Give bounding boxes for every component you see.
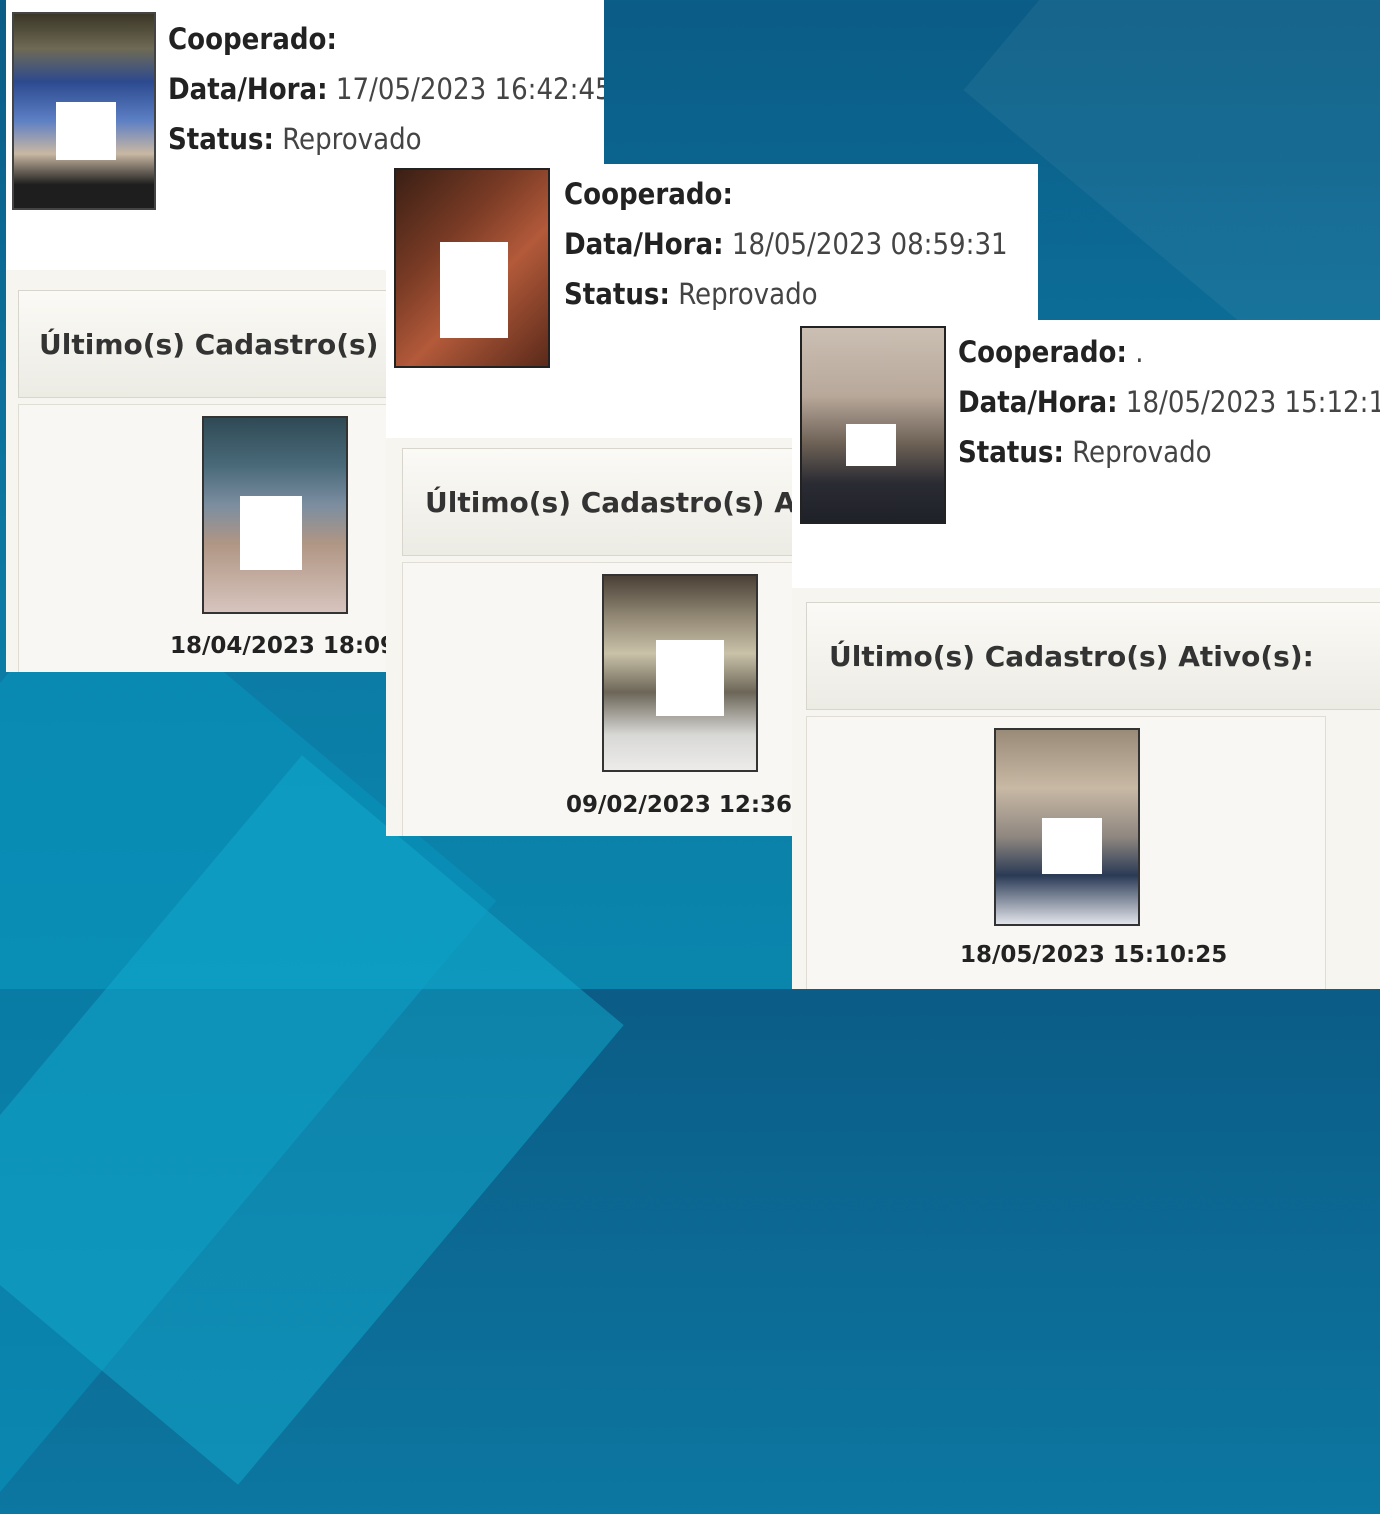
captured-photo-1 — [12, 12, 156, 210]
face-mask — [56, 102, 116, 160]
status-label: Status: — [168, 122, 274, 156]
section-title: Último(s) Cadastro(s) Ativ — [425, 485, 838, 519]
datahora-label: Data/Hora: — [564, 227, 724, 261]
face-mask — [440, 242, 508, 338]
cooperado-row: Cooperado: — [564, 169, 1008, 219]
cooperado-label: Cooperado: — [564, 177, 733, 211]
status-row: Status: Reprovado — [168, 114, 604, 164]
datahora-label: Data/Hora: — [168, 72, 328, 106]
cooperado-row: Cooperado: — [168, 14, 604, 64]
face-mask — [656, 640, 724, 716]
active-record-photo-3 — [994, 728, 1140, 926]
status-value: Reprovado — [678, 277, 818, 311]
face-mask — [1042, 818, 1102, 874]
datahora-value: 18/05/2023 15:12:15 — [1125, 385, 1380, 419]
status-row: Status: Reprovado — [564, 269, 1008, 319]
status-row: Status: Reprovado — [958, 427, 1380, 477]
datahora-value: 17/05/2023 16:42:45 — [335, 72, 604, 106]
status-label: Status: — [958, 435, 1064, 469]
datahora-row: Data/Hora: 18/05/2023 15:12:15 — [958, 377, 1380, 427]
datahora-row: Data/Hora: 18/05/2023 08:59:31 — [564, 219, 1008, 269]
active-record-timestamp: 18/05/2023 15:10:25 — [960, 942, 1228, 968]
record-info-1: Cooperado: Data/Hora: 17/05/2023 16:42:4… — [168, 14, 604, 164]
active-record-photo-1 — [202, 416, 348, 614]
record-info-3: Cooperado: . Data/Hora: 18/05/2023 15:12… — [958, 327, 1380, 477]
datahora-label: Data/Hora: — [958, 385, 1118, 419]
cooperado-label: Cooperado: — [958, 335, 1127, 369]
status-value: Reprovado — [1072, 435, 1212, 469]
active-record-photo-2 — [602, 574, 758, 772]
captured-photo-2 — [394, 168, 550, 368]
section-title: Último(s) Cadastro(s) Ativo(s): — [829, 639, 1314, 673]
datahora-row: Data/Hora: 17/05/2023 16:42:45 — [168, 64, 604, 114]
captured-photo-3 — [800, 326, 946, 524]
record-info-2: Cooperado: Data/Hora: 18/05/2023 08:59:3… — [564, 169, 1008, 319]
verification-panel-3: Cooperado: . Data/Hora: 18/05/2023 15:12… — [792, 320, 1380, 989]
face-mask — [846, 424, 896, 466]
cooperado-row: Cooperado: . — [958, 327, 1380, 377]
datahora-value: 18/05/2023 08:59:31 — [731, 227, 1008, 261]
status-value: Reprovado — [282, 122, 422, 156]
section-header-active-records: Último(s) Cadastro(s) Ativo(s): — [806, 602, 1380, 710]
face-mask — [240, 496, 302, 570]
status-label: Status: — [564, 277, 670, 311]
cooperado-value: . — [1135, 335, 1144, 369]
cooperado-label: Cooperado: — [168, 22, 337, 56]
